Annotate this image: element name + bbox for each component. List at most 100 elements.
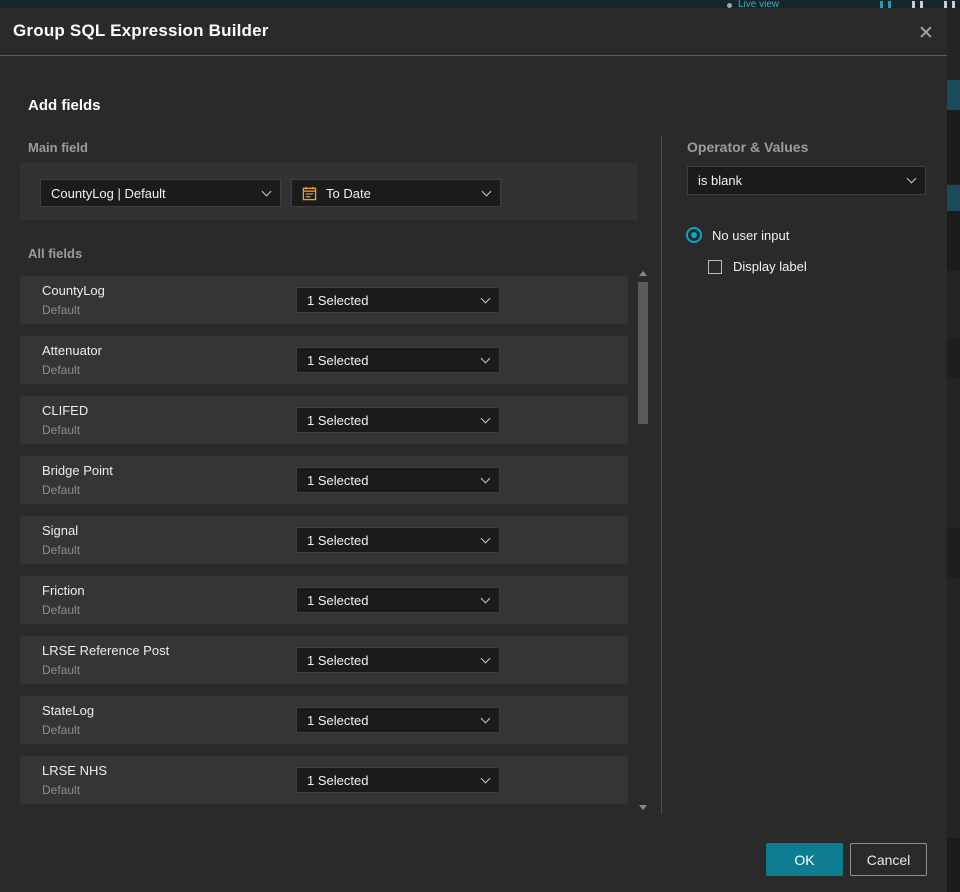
scrollbar-thumb[interactable]	[638, 282, 648, 424]
field-subtitle: Default	[42, 303, 81, 317]
all-fields-list: CountyLog Default 1 Selected Attenuator …	[20, 276, 628, 816]
chevron-down-icon	[480, 533, 491, 543]
field-selection-value: 1 Selected	[307, 772, 369, 788]
backdrop-sidebar-item	[947, 528, 960, 578]
chevron-down-icon	[480, 593, 491, 603]
field-selection-select[interactable]: 1 Selected	[296, 647, 500, 673]
field-name: Signal	[42, 523, 79, 538]
chevron-down-icon	[906, 173, 917, 184]
field-row: CLIFED Default 1 Selected	[20, 396, 628, 444]
field-name: Bridge Point	[42, 463, 113, 478]
field-row: Attenuator Default 1 Selected	[20, 336, 628, 384]
live-view-label: Live view	[738, 0, 780, 8]
cancel-button[interactable]: Cancel	[850, 843, 927, 876]
field-name: Friction	[42, 583, 85, 598]
field-selection-value: 1 Selected	[307, 472, 369, 488]
main-field-select[interactable]: CountyLog | Default	[40, 179, 281, 207]
no-user-input-label: No user input	[712, 227, 790, 243]
field-selection-select[interactable]: 1 Selected	[296, 467, 500, 493]
field-selection-select[interactable]: 1 Selected	[296, 347, 500, 373]
all-fields-label: All fields	[28, 246, 83, 261]
backdrop-right-sidebar	[947, 8, 960, 892]
field-selection-value: 1 Selected	[307, 532, 369, 548]
field-selection-select[interactable]: 1 Selected	[296, 407, 500, 433]
group-sql-expression-builder-dialog: Group SQL Expression Builder ✕ Add field…	[0, 8, 947, 892]
chevron-down-icon	[480, 713, 491, 723]
field-subtitle: Default	[42, 483, 81, 497]
field-selection-select[interactable]: 1 Selected	[296, 767, 500, 793]
dialog-title: Group SQL Expression Builder	[13, 21, 269, 40]
field-selection-value: 1 Selected	[307, 292, 369, 308]
chevron-down-icon	[480, 413, 491, 423]
field-name: LRSE Reference Post	[42, 643, 170, 658]
field-selection-select[interactable]: 1 Selected	[296, 527, 500, 553]
chevron-down-icon	[480, 473, 491, 483]
field-subtitle: Default	[42, 783, 81, 797]
backdrop-sidebar-item	[947, 211, 960, 271]
chevron-down-icon	[480, 293, 491, 303]
chevron-down-icon	[480, 773, 491, 783]
field-name: StateLog	[42, 703, 95, 718]
backdrop-toolbar-icon	[912, 1, 915, 8]
field-selection-select[interactable]: 1 Selected	[296, 707, 500, 733]
scroll-down-icon[interactable]	[639, 805, 647, 810]
display-label-checkbox-row[interactable]: Display label	[708, 259, 807, 274]
field-row: Bridge Point Default 1 Selected	[20, 456, 628, 504]
main-field-type-value: To Date	[326, 185, 371, 201]
chevron-down-icon	[480, 353, 491, 363]
operator-select-value: is blank	[698, 173, 743, 188]
field-row: StateLog Default 1 Selected	[20, 696, 628, 744]
radio-selected-icon[interactable]	[686, 227, 702, 243]
backdrop-sidebar-item	[947, 185, 960, 211]
main-field-label: Main field	[28, 140, 88, 155]
checkbox-unchecked-icon[interactable]	[708, 259, 722, 274]
list-scrollbar[interactable]	[637, 266, 649, 814]
backdrop-toolbar-icon	[944, 1, 947, 8]
panel-divider	[661, 136, 662, 814]
field-name: LRSE NHS	[42, 763, 108, 778]
close-icon[interactable]: ✕	[911, 18, 941, 48]
main-field-type-select[interactable]: To Date	[291, 179, 501, 207]
chevron-down-icon	[261, 186, 272, 196]
backdrop-top-bar: Live view	[0, 0, 960, 8]
backdrop-toolbar-icon	[952, 1, 955, 8]
backdrop-sidebar-item	[947, 80, 960, 110]
backdrop-sidebar-item	[947, 338, 960, 378]
field-name: CountyLog	[42, 283, 105, 298]
field-subtitle: Default	[42, 543, 81, 557]
field-subtitle: Default	[42, 363, 81, 377]
main-field-box: CountyLog | Default To Date	[20, 163, 638, 220]
backdrop-toolbar-icon	[880, 1, 883, 8]
backdrop-toolbar-icon	[888, 1, 891, 8]
field-row: Friction Default 1 Selected	[20, 576, 628, 624]
field-selection-select[interactable]: 1 Selected	[296, 587, 500, 613]
field-subtitle: Default	[42, 423, 81, 437]
field-row: LRSE NHS Default 1 Selected	[20, 756, 628, 804]
add-fields-heading: Add fields	[28, 97, 101, 114]
chevron-down-icon	[480, 653, 491, 663]
backdrop-sidebar-item	[947, 110, 960, 184]
calendar-icon	[302, 186, 317, 200]
operator-select[interactable]: is blank	[687, 166, 926, 195]
dialog-titlebar: Group SQL Expression Builder ✕	[0, 8, 947, 56]
scroll-up-icon[interactable]	[639, 271, 647, 276]
field-subtitle: Default	[42, 663, 81, 677]
field-selection-value: 1 Selected	[307, 592, 369, 608]
display-label-label: Display label	[733, 259, 807, 274]
field-row: Signal Default 1 Selected	[20, 516, 628, 564]
field-selection-value: 1 Selected	[307, 352, 369, 368]
field-subtitle: Default	[42, 723, 81, 737]
field-name: Attenuator	[42, 343, 102, 358]
field-selection-select[interactable]: 1 Selected	[296, 287, 500, 313]
ok-button[interactable]: OK	[766, 843, 843, 876]
no-user-input-radio-row[interactable]: No user input	[686, 227, 789, 243]
field-row: LRSE Reference Post Default 1 Selected	[20, 636, 628, 684]
operator-values-label: Operator & Values	[687, 139, 809, 155]
field-selection-value: 1 Selected	[307, 712, 369, 728]
field-row: CountyLog Default 1 Selected	[20, 276, 628, 324]
backdrop-toolbar-icon	[920, 1, 923, 8]
field-subtitle: Default	[42, 603, 81, 617]
main-field-select-value: CountyLog | Default	[51, 185, 166, 201]
field-selection-value: 1 Selected	[307, 652, 369, 668]
chevron-down-icon	[481, 186, 492, 196]
